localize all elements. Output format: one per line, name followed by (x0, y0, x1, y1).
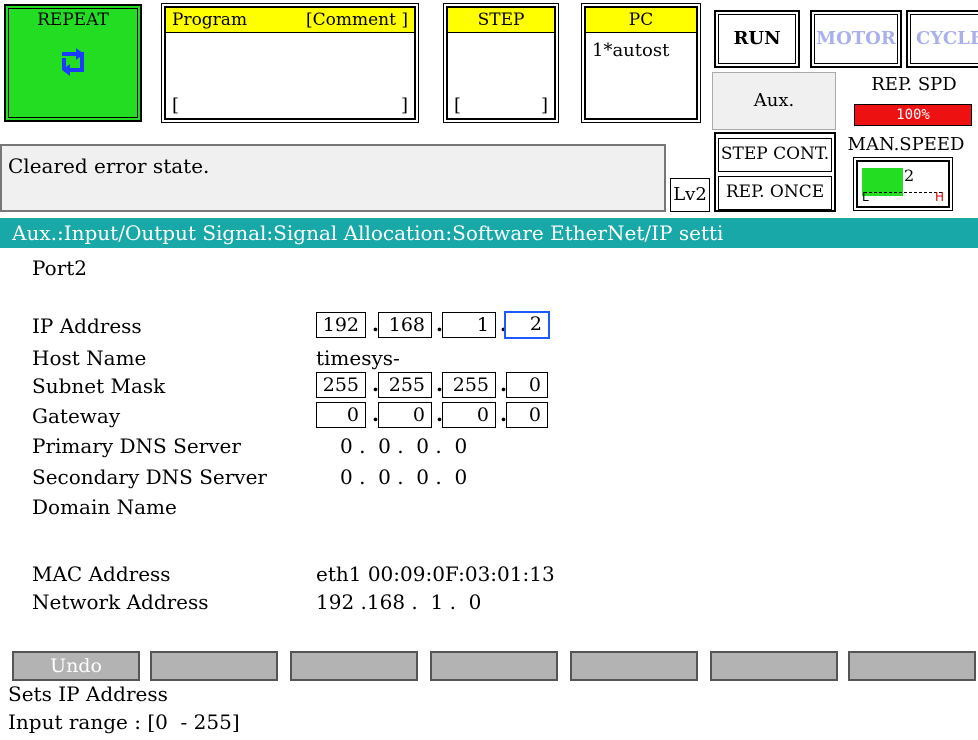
ip-octet-1[interactable]: 192 (316, 312, 366, 338)
function-key-3[interactable] (290, 651, 418, 681)
rep-spd-label: REP. SPD (871, 74, 957, 95)
function-key-2[interactable] (150, 651, 278, 681)
subnet-octet-4[interactable]: 0 (506, 372, 548, 398)
gateway-octet-3[interactable]: 0 (442, 402, 496, 428)
breadcrumb: Aux.:Input/Output Signal:Signal Allocati… (0, 218, 978, 248)
network-address-value: 192 .168 . 1 . 0 (316, 590, 482, 614)
program-panel[interactable]: Program [Comment ] [ ] (161, 3, 419, 123)
program-bracket-left: [ (172, 95, 180, 116)
man-speed-high: H (934, 190, 944, 204)
gateway-octet-4[interactable]: 0 (506, 402, 548, 428)
host-name-value: timesys- (316, 346, 400, 370)
pc-header: PC (586, 8, 696, 33)
man-speed-level: 2 (904, 166, 915, 185)
step-bracket-right: ] (540, 95, 548, 116)
cycle-arrows-icon (62, 48, 84, 76)
gateway-octet-2[interactable]: 0 (378, 402, 432, 428)
cycle-button[interactable]: CYCLE (906, 10, 978, 68)
secondary-dns-label: Secondary DNS Server (32, 465, 267, 489)
step-cont-label: STEP CONT. (718, 138, 832, 172)
man-speed-scale (864, 192, 942, 193)
rep-once-label: REP. ONCE (718, 176, 832, 210)
rep-spd-value: 100% (854, 104, 972, 126)
repeat-mode-button[interactable]: REPEAT (4, 4, 142, 122)
pc-value: 1*autost (592, 40, 670, 61)
mac-address-value: eth1 00:09:0F:03:01:13 (316, 562, 555, 586)
man-speed-indicator[interactable]: 2 L H (853, 157, 953, 211)
comment-title: [Comment ] (306, 10, 408, 30)
subnet-mask-label: Subnet Mask (32, 374, 166, 398)
step-panel[interactable]: STEP [ ] (443, 3, 559, 123)
mac-address-label: MAC Address (32, 562, 171, 586)
help-description: Sets IP Address (8, 682, 168, 706)
pc-panel[interactable]: PC 1*autost (581, 3, 701, 123)
step-bracket-left: [ (454, 95, 462, 116)
step-mode-box[interactable]: STEP CONT. REP. ONCE (714, 132, 836, 212)
subnet-octet-1[interactable]: 255 (316, 372, 366, 398)
gateway-label: Gateway (32, 404, 121, 428)
step-header: STEP (448, 8, 554, 33)
motor-button[interactable]: MOTOR (810, 10, 902, 68)
ip-octet-4[interactable]: 2 (504, 311, 550, 339)
primary-dns-label: Primary DNS Server (32, 434, 241, 458)
run-button[interactable]: RUN (714, 10, 800, 68)
port-label: Port2 (32, 256, 88, 280)
ip-address-label: IP Address (32, 314, 142, 338)
help-input-range: Input range : [0 - 255] (8, 710, 240, 734)
man-speed-label: MAN.SPEED (847, 134, 965, 155)
primary-dns-value: 0 . 0 . 0 . 0 (340, 434, 468, 458)
message-box: Cleared error state. (0, 144, 666, 212)
domain-name-label: Domain Name (32, 495, 177, 519)
aux-button[interactable]: Aux. (712, 72, 836, 130)
subnet-octet-3[interactable]: 255 (442, 372, 496, 398)
program-header: Program [Comment ] (166, 8, 414, 33)
ip-octet-2[interactable]: 168 (378, 312, 432, 338)
function-key-6[interactable] (710, 651, 838, 681)
repeat-label: REPEAT (37, 10, 109, 30)
ip-octet-3[interactable]: 1 (442, 312, 496, 338)
program-title: Program (172, 10, 248, 30)
function-key-4[interactable] (430, 651, 558, 681)
man-speed-low: L (862, 190, 869, 204)
function-key-5[interactable] (570, 651, 698, 681)
program-bracket-right: ] (400, 95, 408, 116)
function-key-7[interactable] (848, 651, 976, 681)
message-text: Cleared error state. (8, 154, 210, 178)
network-address-label: Network Address (32, 590, 209, 614)
subnet-octet-2[interactable]: 255 (378, 372, 432, 398)
undo-button[interactable]: Undo (12, 651, 140, 681)
host-name-label: Host Name (32, 346, 147, 370)
level-indicator: Lv2 (670, 178, 710, 212)
gateway-octet-1[interactable]: 0 (316, 402, 366, 428)
secondary-dns-value: 0 . 0 . 0 . 0 (340, 465, 468, 489)
